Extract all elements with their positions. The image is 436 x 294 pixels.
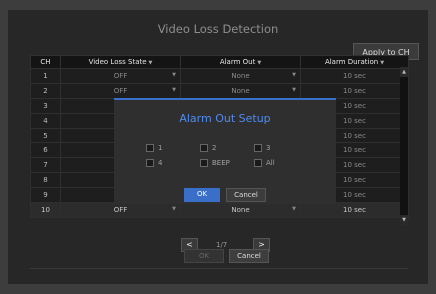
- dropdown-arrow-icon: ▼: [172, 72, 176, 78]
- duration-dropdown[interactable]: 10 sec▼: [300, 202, 409, 218]
- state-dropdown[interactable]: OFF ▼: [60, 82, 181, 99]
- ch-cell: 2: [30, 82, 61, 99]
- duration-dropdown[interactable]: 10 sec▼: [300, 82, 409, 99]
- sort-arrow-icon: ▼: [380, 60, 385, 66]
- ch-cell: 8: [30, 172, 61, 189]
- scroll-up-icon[interactable]: ▲: [400, 67, 408, 77]
- alarm-out-checkbox-2[interactable]: 2: [200, 144, 216, 152]
- col-header-ch: CH: [30, 55, 61, 69]
- checkbox-box: [200, 144, 208, 152]
- sort-arrow-icon: ▼: [257, 60, 262, 66]
- state-dropdown[interactable]: OFF ▼: [60, 202, 181, 218]
- alarm-out-checkbox-1[interactable]: 1: [146, 144, 162, 152]
- table-row: 2 OFF▼ None▼ 10 sec▼: [30, 82, 409, 99]
- col-header-duration[interactable]: Alarm Duration ▼: [300, 55, 409, 69]
- alarm-dropdown[interactable]: None ▼: [180, 202, 301, 218]
- ch-cell: 3: [30, 97, 61, 114]
- dropdown-arrow-icon: ▼: [292, 72, 296, 78]
- col-header-alarm[interactable]: Alarm Out ▼: [180, 55, 301, 69]
- checkbox-box: [200, 159, 208, 167]
- table-row: 10 OFF▼ None▼ 10 sec▼: [30, 202, 409, 218]
- scroll-down-icon[interactable]: ▼: [400, 215, 408, 225]
- ch-cell: 1: [30, 68, 61, 84]
- table-header-row: CH Video Loss State ▼ Alarm Out ▼ Alarm Du…: [30, 55, 409, 69]
- footer-cancel-button[interactable]: Cancel: [229, 249, 269, 263]
- alarm-out-setup-dialog: Alarm Out Setup 1 2 3 4 BEEP All OK Canc…: [114, 98, 336, 204]
- dropdown-arrow-icon: ▼: [172, 86, 176, 93]
- checkbox-box: [254, 159, 262, 167]
- alarm-dropdown[interactable]: None ▼: [180, 82, 301, 99]
- checkbox-box: [254, 144, 262, 152]
- dialog-cancel-button[interactable]: Cancel: [226, 188, 266, 202]
- alarm-out-checkbox-all[interactable]: All: [254, 159, 275, 167]
- state-dropdown[interactable]: OFF ▼: [60, 68, 181, 84]
- dropdown-arrow-icon: ▼: [292, 86, 296, 93]
- dropdown-arrow-icon: ▼: [172, 206, 176, 213]
- ch-cell: 7: [30, 157, 61, 174]
- duration-dropdown[interactable]: 10 sec▼: [300, 68, 409, 84]
- table-row: 1 OFF▼ None▼ 10 sec▼: [30, 68, 409, 84]
- table-scrollbar[interactable]: ▲ ▼: [400, 67, 408, 225]
- dialog-title: Alarm Out Setup: [179, 112, 271, 125]
- alarm-out-checkbox-beep[interactable]: BEEP: [200, 159, 230, 167]
- alarm-out-checkbox-3[interactable]: 3: [254, 144, 270, 152]
- footer-ok-button[interactable]: OK: [184, 249, 224, 263]
- ch-cell: 10: [30, 202, 61, 218]
- checkbox-box: [146, 159, 154, 167]
- checkbox-box: [146, 144, 154, 152]
- sort-arrow-icon: ▼: [148, 60, 153, 66]
- dropdown-arrow-icon: ▼: [292, 206, 296, 213]
- ch-cell: 4: [30, 112, 61, 129]
- dialog-ok-button[interactable]: OK: [184, 188, 220, 202]
- alarm-dropdown[interactable]: None ▼: [180, 68, 301, 84]
- ch-cell: 6: [30, 142, 61, 159]
- col-header-state[interactable]: Video Loss State ▼: [60, 55, 181, 69]
- footer-divider: [30, 268, 408, 269]
- page-title: Video Loss Detection: [157, 22, 279, 36]
- ch-cell: 5: [30, 127, 61, 144]
- alarm-out-checkbox-4[interactable]: 4: [146, 159, 162, 167]
- ch-cell: 9: [30, 187, 61, 204]
